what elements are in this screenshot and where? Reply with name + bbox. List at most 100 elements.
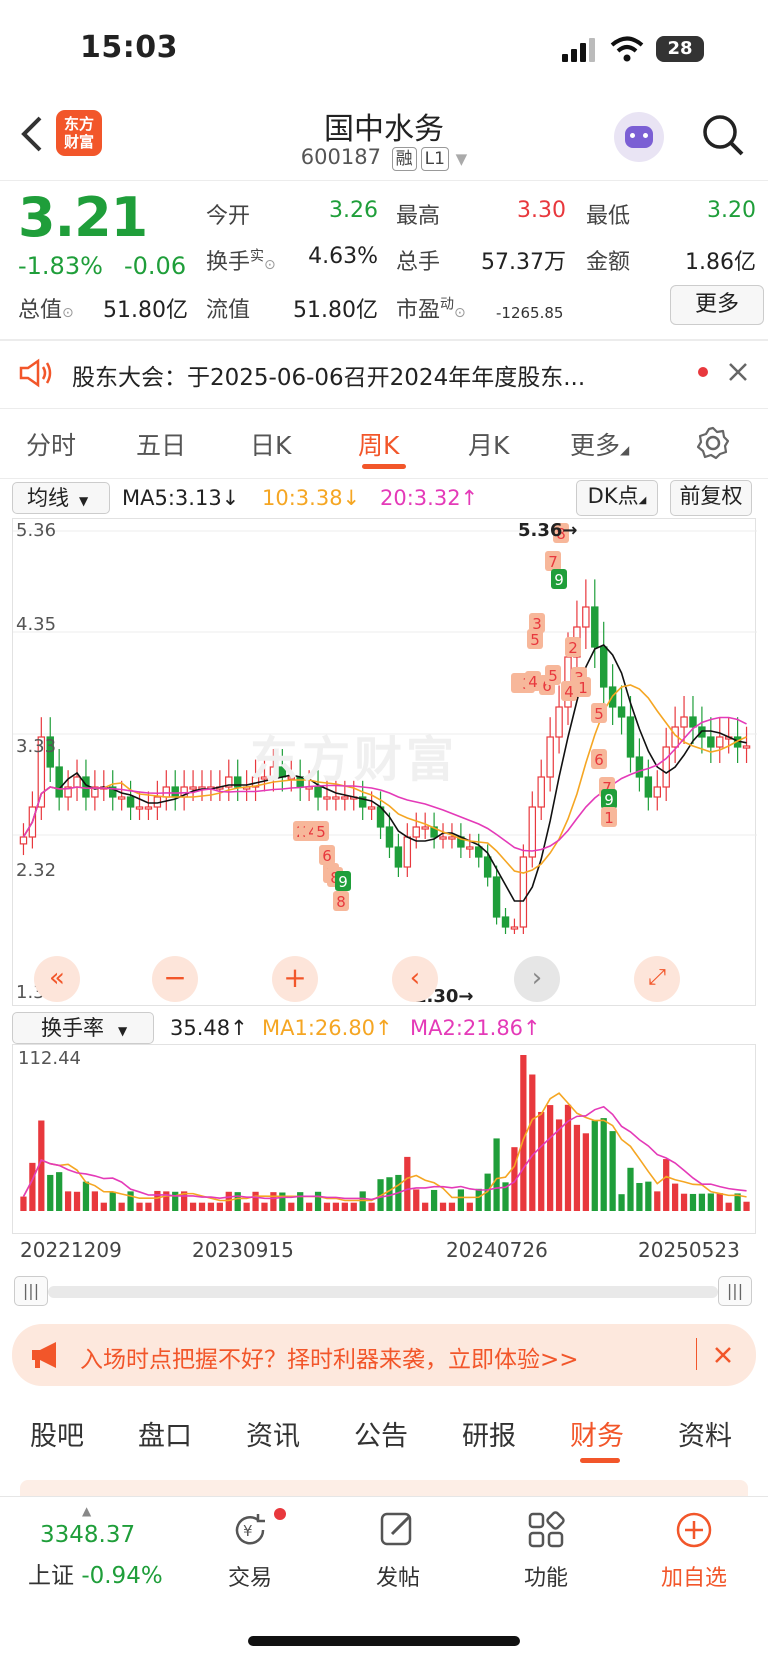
y-tick: 3.33 xyxy=(16,736,57,757)
index-value[interactable]: 3348.37 xyxy=(40,1522,135,1548)
candle-body xyxy=(162,786,171,798)
turnover-bar xyxy=(100,1202,107,1211)
turnover-bar xyxy=(136,1202,143,1211)
zoom-in-button[interactable]: + xyxy=(272,956,318,1002)
x-label: 20240726 xyxy=(446,1238,548,1262)
vol-indicator-label: 换手率 xyxy=(41,1016,104,1040)
y-tick: 2.32 xyxy=(16,860,57,881)
unread-dot xyxy=(698,367,708,377)
tabbar-add-watchlist[interactable]: 加自选 xyxy=(654,1510,734,1592)
current-price: 3.21 xyxy=(18,186,148,249)
tabbar-functions-label: 功能 xyxy=(523,1566,568,1591)
robot-assistant-icon[interactable] xyxy=(614,112,664,162)
search-icon[interactable] xyxy=(700,112,746,158)
tabbar-functions[interactable]: 功能 xyxy=(510,1510,582,1592)
volume-svg xyxy=(20,1055,750,1211)
turnover-bar xyxy=(270,1192,277,1211)
candle-body xyxy=(144,806,153,810)
svg-text:¥: ¥ xyxy=(243,1522,253,1540)
range-track[interactable] xyxy=(48,1286,718,1298)
dk-signal-marker: 1 xyxy=(575,677,591,697)
tabbar-post[interactable]: 发帖 xyxy=(362,1510,434,1592)
ma20-value: 20:3.32↑ xyxy=(380,486,479,510)
prev-button[interactable]: ‹ xyxy=(392,956,438,1002)
tab-monthly-k[interactable]: 月K xyxy=(468,426,509,462)
turnover-bar xyxy=(636,1182,643,1211)
promo-text[interactable]: 入场时点把握不好？择时利器来袭，立即体验>> xyxy=(80,1340,579,1374)
next-button[interactable]: › xyxy=(514,956,560,1002)
tab-forum[interactable]: 股吧 xyxy=(30,1414,84,1453)
info-icon[interactable]: ⊙ xyxy=(264,257,276,273)
ma-selector[interactable]: 均线 ▼ xyxy=(12,482,110,514)
candle-body xyxy=(537,776,545,808)
info-icon[interactable]: ⊙ xyxy=(454,305,466,321)
banner-divider xyxy=(696,1338,697,1370)
y-tick: 4.35 xyxy=(16,614,57,635)
settings-icon[interactable] xyxy=(696,426,730,460)
turnover-value: 4.63% xyxy=(308,244,378,269)
battery-level: 28 xyxy=(667,38,693,59)
turnover-bar xyxy=(279,1192,286,1211)
candle-body xyxy=(421,826,429,830)
close-icon[interactable] xyxy=(728,362,748,382)
status-bar: 15:03 28 xyxy=(0,0,768,100)
volume-chart[interactable] xyxy=(12,1044,756,1234)
dk-signal-label: 4 xyxy=(528,673,538,691)
dk-point-button[interactable]: DK点◢ xyxy=(576,480,658,516)
range-handle-left[interactable]: ||| xyxy=(14,1276,48,1306)
candle-body xyxy=(55,766,63,798)
dk-signal-label: 6 xyxy=(322,847,332,865)
tab-weekly-k[interactable]: 周K xyxy=(358,426,399,462)
turnover-bar xyxy=(288,1202,295,1211)
turnover-bar xyxy=(698,1193,706,1211)
tabbar-trade[interactable]: ¥ 交易 xyxy=(214,1510,286,1592)
index-name: 上证 xyxy=(28,1563,74,1589)
low-label: 最低 xyxy=(586,204,631,229)
turnover-bar xyxy=(154,1190,161,1211)
turnover-bar xyxy=(56,1172,63,1211)
turnover-bar xyxy=(645,1181,652,1211)
tab-orderbook[interactable]: 盘口 xyxy=(138,1414,192,1453)
candle-body xyxy=(19,836,28,845)
minus-icon: − xyxy=(163,961,187,994)
tab-more-label: 更多 xyxy=(570,431,621,460)
candle-body xyxy=(582,606,590,628)
tab-five-day[interactable]: 五日 xyxy=(136,426,186,462)
mktcap-value: 51.80亿 xyxy=(103,298,188,323)
tab-news[interactable]: 资讯 xyxy=(246,1414,300,1453)
info-icon[interactable]: ⊙ xyxy=(62,305,74,321)
notification-dot xyxy=(274,1508,286,1520)
turnover-bar xyxy=(207,1202,215,1211)
candle-body xyxy=(466,846,474,850)
turnover-bar xyxy=(618,1194,625,1211)
candle-body xyxy=(635,756,644,778)
turnover-bar xyxy=(261,1202,268,1211)
tab-profile[interactable]: 资料 xyxy=(678,1414,732,1453)
turnover-bar xyxy=(20,1196,27,1211)
close-icon[interactable] xyxy=(714,1346,732,1364)
margin-tag: 融 xyxy=(391,147,417,171)
turnover-bar xyxy=(47,1174,54,1211)
volume-indicator-selector[interactable]: 换手率 ▼ xyxy=(12,1012,154,1044)
fullscreen-button[interactable]: ⤢ xyxy=(634,956,680,1002)
tab-more[interactable]: 更多◢ xyxy=(570,426,629,462)
triangle-up-icon: ▲ xyxy=(82,1504,92,1518)
rewind-button[interactable]: « xyxy=(34,956,80,1002)
pe-sup: 动 xyxy=(440,296,455,313)
notice-text[interactable]: 股东大会：于2025-06-06召开2024年年度股东... xyxy=(72,358,662,392)
tab-finance[interactable]: 财务 xyxy=(570,1414,624,1453)
trade-icon: ¥ xyxy=(235,1514,265,1545)
turnover-label-text: 换手 xyxy=(206,250,251,275)
y-tick: 5.36 xyxy=(16,520,57,541)
range-handle-right[interactable]: ||| xyxy=(718,1276,752,1306)
tab-daily-k[interactable]: 日K xyxy=(250,426,291,462)
candle-body xyxy=(171,786,179,798)
dk-signal-label: 9 xyxy=(604,791,614,809)
more-button[interactable]: 更多 xyxy=(670,285,764,325)
tab-research[interactable]: 研报 xyxy=(462,1414,516,1453)
adjust-button[interactable]: 前复权 xyxy=(670,480,752,516)
tab-announcements[interactable]: 公告 xyxy=(354,1414,408,1453)
tab-intraday[interactable]: 分时 xyxy=(26,426,76,462)
zoom-out-button[interactable]: − xyxy=(152,956,198,1002)
candle-body xyxy=(501,916,510,928)
